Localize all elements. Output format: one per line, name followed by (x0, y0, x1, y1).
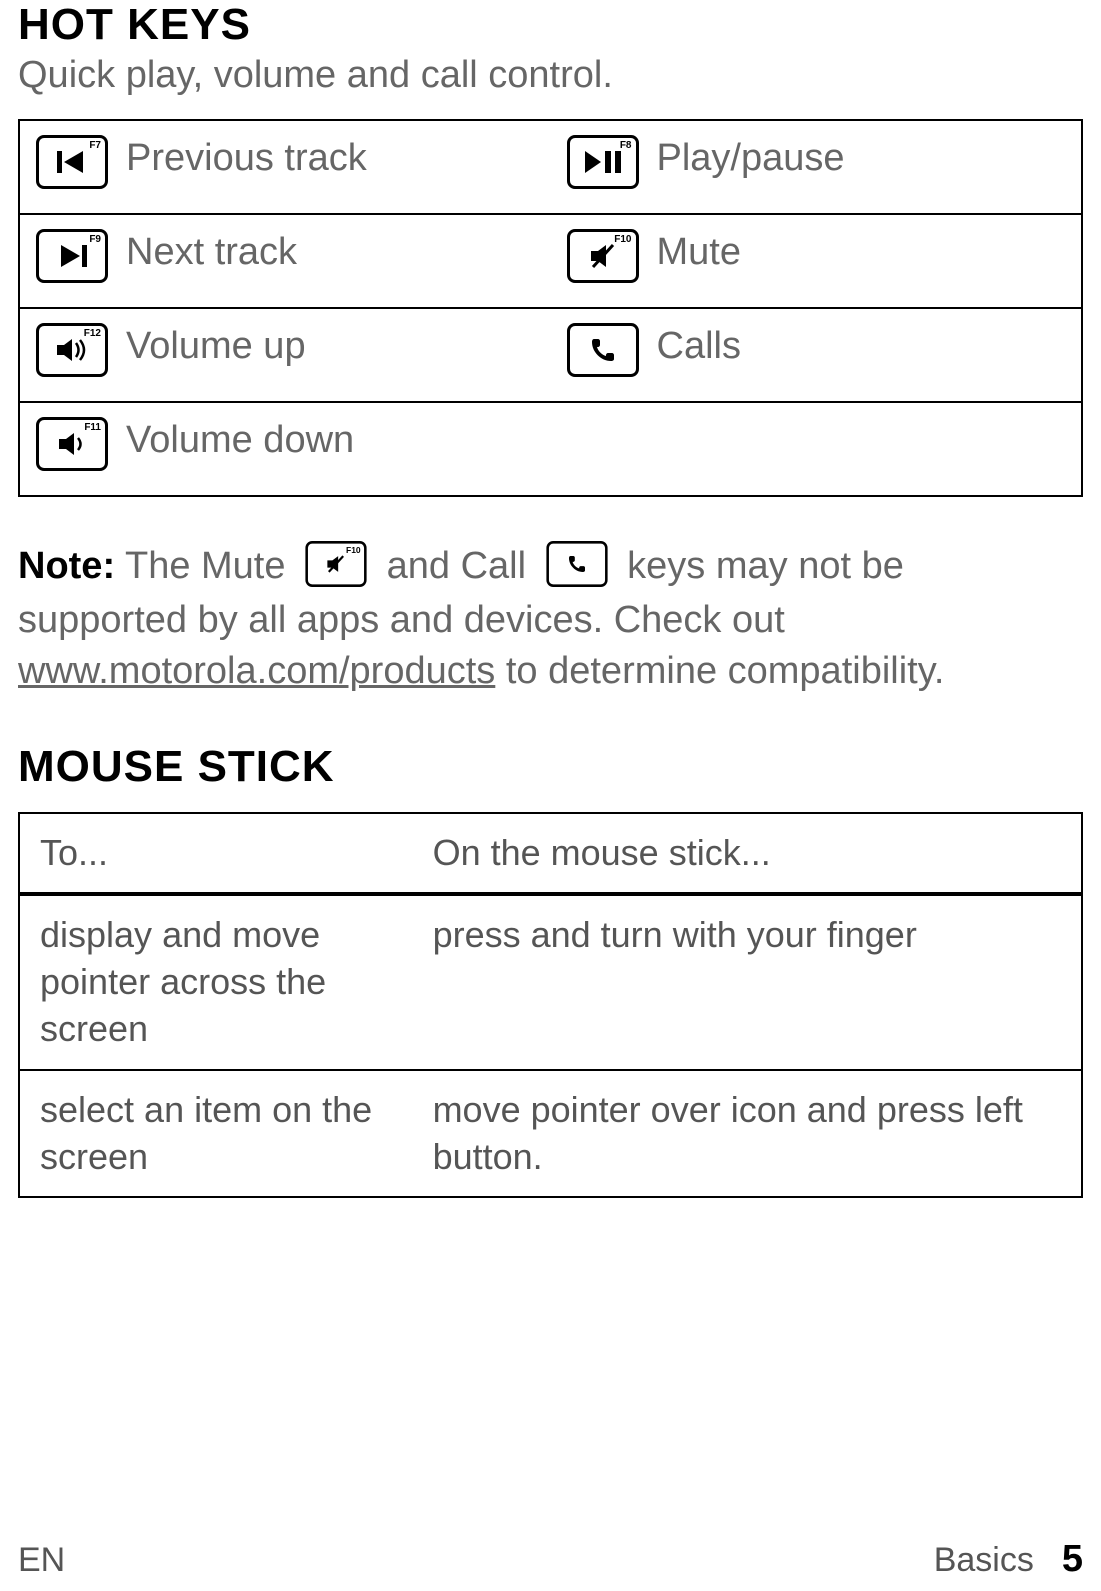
table-header: To... On the mouse stick... (20, 814, 1081, 897)
note-text: and Call (376, 545, 537, 587)
mouse-stick-title: MOUSE STICK (18, 742, 1083, 792)
fn-label: F7 (89, 140, 101, 151)
hotkey-label: Calls (657, 323, 741, 368)
compatibility-link[interactable]: www.motorola.com/products (18, 650, 495, 692)
note-text: to determine compatibility. (495, 650, 944, 692)
hotkey-label: Volume down (126, 417, 354, 462)
hotkey-label: Volume up (126, 323, 306, 368)
footer-language: EN (18, 1541, 65, 1580)
page-footer: EN Basics 5 (18, 1538, 1083, 1581)
hotkeys-cell: F9 Next track (20, 215, 551, 307)
hotkey-label: Previous track (126, 135, 367, 180)
table-header-cell: To... (20, 814, 413, 893)
note-paragraph: Note: The Mute F10 and Call keys may not… (18, 541, 1083, 698)
fn-label: F10 (346, 545, 361, 556)
hotkeys-row: F12 Volume up Calls (20, 309, 1081, 403)
hotkey-label: Play/pause (657, 135, 845, 180)
hotkeys-cell: F10 Mute (551, 215, 1082, 307)
fn-label: F12 (84, 328, 101, 339)
table-cell: select an item on the screen (20, 1071, 413, 1197)
volume-up-icon (55, 337, 89, 363)
fn-label: F10 (614, 234, 631, 245)
note-label: Note: (18, 545, 115, 587)
footer-page-number: 5 (1062, 1538, 1083, 1581)
table-cell: press and turn with your finger (413, 896, 1081, 1068)
hotkeys-cell: F12 Volume up (20, 309, 551, 401)
table-cell: display and move pointer across the scre… (20, 896, 413, 1068)
hotkeys-row: F11 Volume down (20, 403, 1081, 495)
fn-label: F11 (84, 422, 101, 433)
hotkeys-cell: F7 Previous track (20, 121, 551, 213)
table-row: select an item on the screen move pointe… (20, 1071, 1081, 1197)
table-cell: move pointer over icon and press left bu… (413, 1071, 1081, 1197)
mouse-stick-table: To... On the mouse stick... display and … (18, 812, 1083, 1199)
hotkeys-cell: F8 Play/pause (551, 121, 1082, 213)
hotkeys-cell: Calls (551, 309, 1082, 401)
hotkeys-cell: F11 Volume down (20, 403, 551, 495)
fn-label: F9 (89, 234, 101, 245)
hotkeys-row: F9 Next track F10 Mute (20, 215, 1081, 309)
volume-down-key: F11 (36, 417, 108, 471)
hotkeys-row: F7 Previous track F8 Play/pause (20, 121, 1081, 215)
mute-key: F10 (567, 229, 639, 283)
calls-key (567, 323, 639, 377)
phone-icon (589, 336, 617, 364)
volume-up-key: F12 (36, 323, 108, 377)
mute-icon (326, 555, 346, 574)
calls-key-inline (546, 541, 607, 587)
play-pause-key: F8 (567, 135, 639, 189)
mute-icon (589, 243, 617, 269)
note-text: The Mute (115, 545, 296, 587)
prev-track-icon (57, 151, 87, 173)
table-row: display and move pointer across the scre… (20, 896, 1081, 1070)
table-header-cell: On the mouse stick... (413, 814, 1081, 893)
hotkeys-subtitle: Quick play, volume and call control. (18, 54, 1083, 97)
hotkey-label: Mute (657, 229, 741, 274)
hotkey-label: Next track (126, 229, 297, 274)
volume-down-icon (57, 431, 87, 457)
hotkeys-table: F7 Previous track F8 Play/pause (18, 119, 1083, 497)
hotkeys-title: HOT KEYS (18, 0, 1083, 50)
mute-key-inline: F10 (305, 541, 366, 587)
prev-track-key: F7 (36, 135, 108, 189)
phone-icon (566, 554, 586, 574)
next-track-key: F9 (36, 229, 108, 283)
play-pause-icon (585, 151, 621, 173)
footer-section: Basics (934, 1541, 1034, 1580)
next-track-icon (57, 245, 87, 267)
hotkeys-cell-empty (551, 403, 1082, 495)
fn-label: F8 (620, 140, 632, 151)
